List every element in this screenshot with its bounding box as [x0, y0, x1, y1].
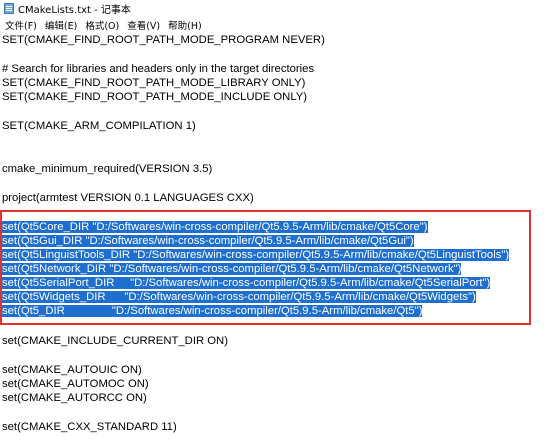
menu-format[interactable]: 格式(O)	[85, 18, 119, 32]
selected-code-line: set(Qt5Widgets_DIR "D:/Softwares/win-cro…	[2, 291, 476, 303]
code-line: set(CMAKE_AUTOUIC ON)	[2, 364, 142, 376]
selected-code-line: set(Qt5SerialPort_DIR "D:/Softwares/win-…	[2, 277, 491, 289]
code-line: set(CMAKE_INCLUDE_CURRENT_DIR ON)	[2, 335, 228, 347]
code-line: SET(CMAKE_FIND_ROOT_PATH_MODE_INCLUDE ON…	[2, 91, 308, 103]
menu-edit[interactable]: 编辑(E)	[45, 18, 77, 32]
menu-file[interactable]: 文件(F)	[5, 18, 37, 32]
selected-code-line: set(Qt5Gui_DIR "D:/Softwares/win-cross-c…	[2, 235, 414, 247]
selected-code-line: set(Qt5_DIR "D:/Softwares/win-cross-comp…	[2, 305, 423, 317]
menu-help[interactable]: 帮助(H)	[168, 18, 202, 32]
menu-view[interactable]: 查看(V)	[127, 18, 160, 32]
title-bar: CMakeLists.txt - 记事本	[0, 0, 553, 17]
text-editor-area[interactable]: SET(CMAKE_FIND_ROOT_PATH_MODE_PROGRAM NE…	[0, 32, 553, 440]
code-line: set(CMAKE_AUTORCC ON)	[2, 392, 147, 404]
selected-code-line: set(Qt5Core_DIR "D:/Softwares/win-cross-…	[2, 221, 428, 233]
code-line: cmake_minimum_required(VERSION 3.5)	[2, 163, 213, 175]
selected-code-line: set(Qt5LinguistTools_DIR "D:/Softwares/w…	[2, 249, 510, 261]
notepad-icon	[4, 3, 14, 14]
code-line: set(CMAKE_CXX_STANDARD 11)	[2, 421, 177, 433]
code-line: # Search for libraries and headers only …	[2, 63, 315, 75]
code-line: SET(CMAKE_ARM_COMPILATION 1)	[2, 120, 196, 132]
code-line: SET(CMAKE_FIND_ROOT_PATH_MODE_LIBRARY ON…	[2, 77, 306, 89]
code-line: project(armtest VERSION 0.1 LANGUAGES CX…	[2, 192, 254, 204]
selected-code-line: set(Qt5Network_DIR "D:/Softwares/win-cro…	[2, 263, 462, 275]
code-line: set(CMAKE_AUTOMOC ON)	[2, 378, 149, 390]
window-title: CMakeLists.txt - 记事本	[18, 5, 131, 16]
menu-bar: 文件(F) 编辑(E) 格式(O) 查看(V) 帮助(H)	[0, 17, 553, 32]
code-line: SET(CMAKE_FIND_ROOT_PATH_MODE_PROGRAM NE…	[2, 34, 325, 46]
